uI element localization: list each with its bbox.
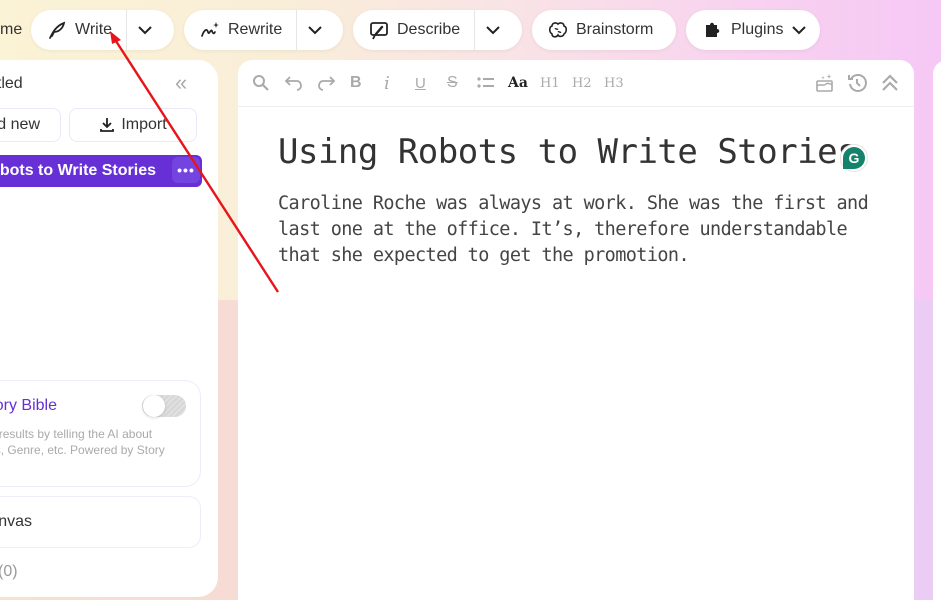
bullet-list-icon[interactable] — [477, 72, 495, 94]
download-icon — [100, 118, 115, 132]
write-button[interactable]: Write — [31, 10, 126, 50]
document-item-title: Using Robots to Write Stories — [0, 162, 156, 179]
plugins-label: Plugins — [731, 21, 784, 38]
chevron-down-icon — [486, 26, 500, 35]
feather-pen-icon — [49, 21, 66, 39]
strikethrough-icon[interactable]: S — [447, 72, 458, 94]
undo-icon[interactable] — [284, 72, 304, 94]
collapse-toolbar-icon[interactable] — [880, 72, 900, 94]
write-label: Write — [75, 21, 113, 38]
documents-sidebar: ntitled « Add new Import Using Robots to… — [0, 60, 218, 597]
describe-label: Describe — [397, 21, 461, 38]
brainstorm-button[interactable]: Brainstorm — [532, 10, 676, 50]
brain-icon — [548, 22, 568, 38]
story-bible-description: Get better results by telling the AI abo… — [0, 427, 165, 457]
brainstorm-main[interactable]: Brainstorm — [532, 10, 667, 50]
plugins-button[interactable]: Plugins — [686, 10, 820, 50]
rewrite-dropdown-chevron[interactable] — [297, 10, 333, 50]
rewrite-button[interactable]: Rewrite — [184, 10, 296, 50]
text-format-button[interactable]: Aa — [508, 72, 528, 94]
describe-dropdown-chevron[interactable] — [475, 10, 511, 50]
redo-icon[interactable] — [316, 72, 336, 94]
item-count: (0) — [0, 563, 18, 580]
magic-image-icon[interactable] — [815, 72, 835, 94]
top-toolbar: me Write Rewrite Describe Brainstorm Plu… — [0, 10, 941, 50]
right-panel-edge — [933, 60, 941, 600]
bold-icon[interactable]: B — [350, 72, 362, 94]
write-button-group: Write — [31, 10, 174, 50]
story-bible-toggle[interactable] — [142, 395, 186, 417]
rewrite-label: Rewrite — [228, 21, 283, 38]
collapse-sidebar-icon[interactable]: « — [175, 72, 187, 94]
heading1-button[interactable]: H1 — [540, 72, 560, 94]
describe-button-group: Describe — [353, 10, 522, 50]
grammarly-button[interactable]: G — [840, 144, 868, 172]
sparkle-scribble-icon — [201, 22, 219, 37]
canvas-item[interactable]: Canvas — [0, 496, 201, 548]
brainstorm-label: Brainstorm — [576, 21, 654, 38]
history-icon[interactable] — [847, 72, 867, 94]
toggle-knob — [143, 395, 165, 417]
describe-button[interactable]: Describe — [353, 10, 474, 50]
heading3-button[interactable]: H3 — [604, 72, 624, 94]
story-bible-card: Story Bible Get better results by tellin… — [0, 380, 201, 487]
grammarly-icon: G — [843, 147, 865, 169]
underline-icon[interactable]: U — [415, 72, 426, 94]
import-label: Import — [121, 116, 167, 133]
chevron-down-icon — [308, 26, 322, 35]
project-title: ntitled — [0, 75, 23, 92]
search-icon[interactable] — [252, 72, 270, 94]
chevron-down-icon — [792, 26, 807, 35]
more-options-icon[interactable]: ••• — [172, 157, 200, 183]
add-new-button[interactable]: Add new — [0, 108, 61, 142]
document-item-active[interactable]: Using Robots to Write Stories ••• — [0, 155, 202, 187]
plugins-main[interactable]: Plugins — [686, 10, 820, 50]
document-title[interactable]: Using Robots to Write Stories — [278, 132, 858, 172]
italic-icon[interactable]: i — [384, 72, 390, 94]
puzzle-piece-icon — [706, 22, 720, 37]
canvas-label: Canvas — [0, 513, 32, 530]
chevron-down-icon — [138, 26, 152, 35]
editor-toolbar: B i U S Aa H1 H2 H3 — [238, 60, 914, 107]
story-bible-title: Story Bible — [0, 397, 57, 414]
import-button[interactable]: Import — [69, 108, 197, 142]
write-dropdown-chevron[interactable] — [127, 10, 163, 50]
document-body[interactable]: Caroline Roche was always at work. She w… — [278, 191, 878, 269]
rewrite-button-group: Rewrite — [184, 10, 343, 50]
home-link[interactable]: me — [0, 21, 22, 39]
add-new-label: Add new — [0, 116, 40, 133]
heading2-button[interactable]: H2 — [572, 72, 592, 94]
speech-brush-icon — [370, 22, 388, 40]
editor-panel: B i U S Aa H1 H2 H3 Using Robots to Writ… — [238, 60, 914, 600]
